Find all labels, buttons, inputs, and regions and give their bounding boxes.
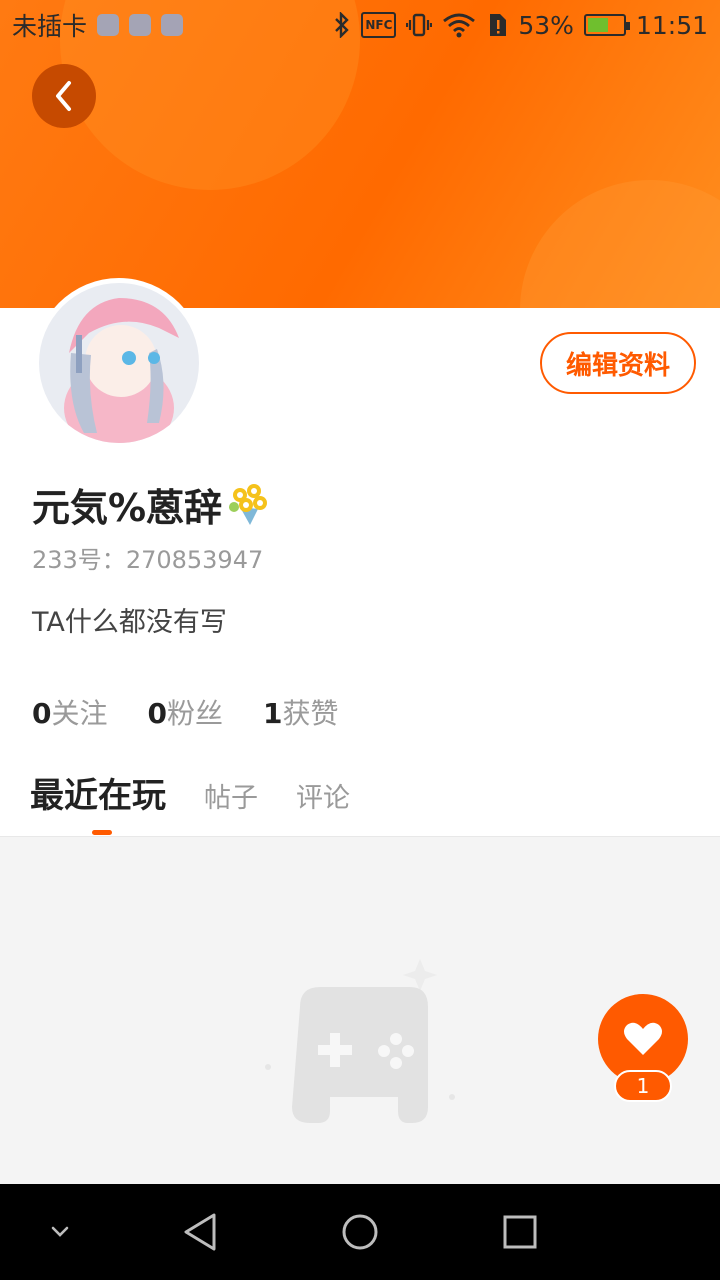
sd-card-icon [161, 14, 184, 36]
user-id: 233号：270853947 [32, 540, 263, 575]
heart-icon [624, 1022, 662, 1055]
nav-back-button[interactable] [176, 1208, 224, 1256]
uid-label: 233号： [32, 546, 126, 574]
bio-text: TA什么都没有写 [32, 607, 227, 638]
avatar[interactable] [34, 278, 204, 448]
stat-following[interactable]: 0关注 [32, 692, 108, 732]
stat-followers[interactable]: 0粉丝 [148, 692, 224, 732]
back-button[interactable] [32, 64, 96, 128]
nickname: 元気%蒽辞 [32, 478, 272, 530]
notification-icon [97, 14, 120, 36]
nav-recents-button[interactable] [496, 1208, 544, 1256]
battery-icon [583, 14, 630, 36]
clock: 11:51 [635, 10, 708, 40]
nfc-icon: NFC [361, 12, 397, 38]
profile-tabs: 最近在玩 帖子 评论 [30, 768, 350, 817]
stat-likes[interactable]: 1获赞 [263, 692, 339, 732]
tab-posts[interactable]: 帖子 [204, 776, 258, 815]
nav-hide-button[interactable] [36, 1208, 84, 1256]
status-bar: 未插卡 NFC 53% 11:51 [0, 0, 720, 50]
bluetooth-icon [333, 12, 351, 38]
stat-label: 粉丝 [166, 697, 223, 730]
tab-recently-played[interactable]: 最近在玩 [30, 768, 166, 817]
nickname-text: 元気%蒽辞 [32, 485, 223, 530]
chevron-down-icon [51, 1226, 69, 1237]
stat-value: 0 [32, 697, 52, 730]
gamepad-icon [265, 959, 455, 1123]
stat-label: 获赞 [282, 697, 339, 730]
sim-alert-icon [486, 12, 508, 38]
system-nav-bar [0, 1184, 720, 1280]
stat-value: 0 [147, 697, 167, 730]
triangle-back-icon [184, 1213, 216, 1251]
flower-bouquet-icon [229, 484, 268, 525]
circle-home-icon [342, 1214, 378, 1250]
nav-home-button[interactable] [336, 1208, 384, 1256]
stat-label: 关注 [51, 697, 108, 730]
stat-value: 1 [263, 697, 283, 730]
tab-indicator [92, 830, 112, 835]
wifi-icon [442, 12, 476, 38]
vibrate-icon [406, 12, 433, 38]
edit-profile-button[interactable]: 编辑资料 [540, 332, 696, 394]
like-count-badge: 1 [614, 1070, 672, 1102]
sd-card-icon [129, 14, 152, 36]
profile-stats: 0关注 0粉丝 1获赞 [32, 692, 339, 732]
chevron-left-icon [56, 81, 71, 111]
square-recents-icon [503, 1215, 537, 1249]
banner-decoration [520, 180, 720, 308]
carrier-text: 未插卡 [12, 12, 88, 41]
tab-comments[interactable]: 评论 [296, 776, 350, 815]
uid-value: 270853947 [125, 546, 264, 574]
battery-percent: 53% [518, 10, 574, 40]
